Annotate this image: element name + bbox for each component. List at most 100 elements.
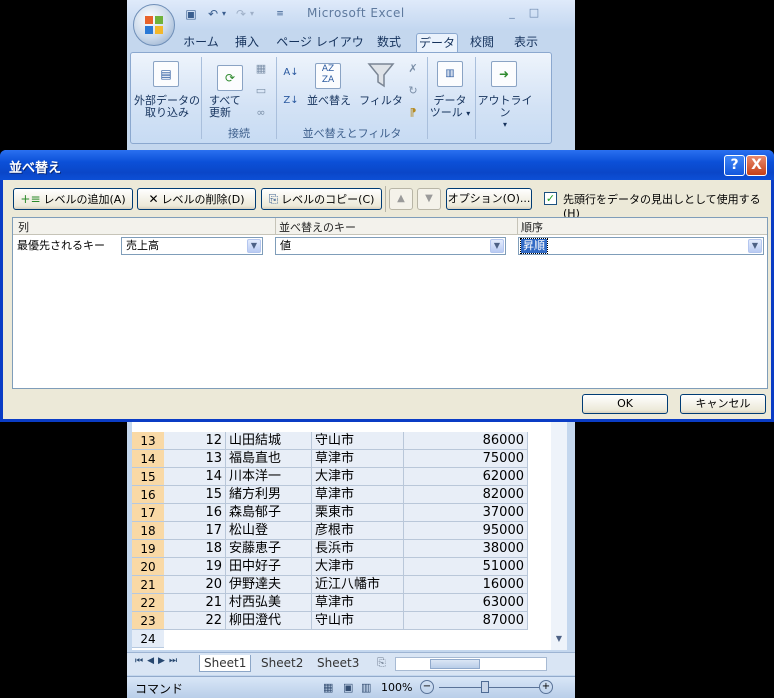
cell-value[interactable]: 37000 xyxy=(404,504,528,522)
cell-city[interactable]: 守山市 xyxy=(312,432,404,450)
close-button[interactable]: X xyxy=(746,155,767,176)
horizontal-scrollbar[interactable] xyxy=(395,657,547,671)
cell-name[interactable]: 村西弘美 xyxy=(226,594,312,612)
row-header[interactable]: 15 xyxy=(132,468,164,486)
cell-value[interactable]: 51000 xyxy=(404,558,528,576)
cell-city[interactable]: 彦根市 xyxy=(312,522,404,540)
cell-name[interactable]: 福島直也 xyxy=(226,450,312,468)
view-page-layout-icon[interactable]: ▣ xyxy=(343,681,353,694)
view-normal-icon[interactable]: ▦ xyxy=(323,681,333,694)
row-header[interactable]: 19 xyxy=(132,540,164,558)
row-header[interactable]: 16 xyxy=(132,486,164,504)
cell-city[interactable]: 長浜市 xyxy=(312,540,404,558)
chevron-down-icon[interactable]: ▼ xyxy=(247,239,261,253)
row-header[interactable]: 23 xyxy=(132,612,164,630)
data-tools-button[interactable]: データ ツール ▾ xyxy=(429,95,471,120)
chevron-down-icon[interactable]: ▼ xyxy=(748,239,762,253)
sort-button[interactable]: 並べ替え xyxy=(301,95,357,107)
cell-no[interactable]: 12 xyxy=(164,432,226,450)
tab-review[interactable]: 校閲 xyxy=(463,33,501,52)
sheet-nav-icons[interactable]: ⏮◀▶⏭ xyxy=(135,656,181,666)
cell-value[interactable]: 63000 xyxy=(404,594,528,612)
external-data-button[interactable]: 外部データの 取り込み xyxy=(133,95,201,119)
cell-no[interactable]: 19 xyxy=(164,558,226,576)
cell-city[interactable]: 近江八幡市 xyxy=(312,576,404,594)
zoom-out-icon[interactable]: − xyxy=(420,680,434,694)
row-header[interactable]: 14 xyxy=(132,450,164,468)
cell-city[interactable]: 栗東市 xyxy=(312,504,404,522)
header-row-checkbox[interactable]: ✓ xyxy=(544,192,557,205)
cell-no[interactable]: 13 xyxy=(164,450,226,468)
cell-name[interactable]: 山田結城 xyxy=(226,432,312,450)
ok-button[interactable]: OK xyxy=(582,394,668,414)
cell-name[interactable]: 安藤恵子 xyxy=(226,540,312,558)
cell-no[interactable]: 21 xyxy=(164,594,226,612)
tab-view[interactable]: 表示 xyxy=(507,33,545,52)
undo-dropdown-icon[interactable]: ▾ xyxy=(219,6,229,22)
row-header[interactable]: 17 xyxy=(132,504,164,522)
cell-no[interactable]: 20 xyxy=(164,576,226,594)
row-header[interactable]: 22 xyxy=(132,594,164,612)
zoom-level[interactable]: 100% xyxy=(381,681,412,694)
cell-name[interactable]: 森島郁子 xyxy=(226,504,312,522)
cell-city[interactable]: 守山市 xyxy=(312,612,404,630)
add-level-button[interactable]: +≡ レベルの追加(A) xyxy=(13,188,133,210)
tab-data[interactable]: データ xyxy=(416,33,458,53)
sort-ascending-icon[interactable]: A↓ xyxy=(283,65,299,81)
cell-city[interactable]: 草津市 xyxy=(312,450,404,468)
cell-city[interactable]: 大津市 xyxy=(312,558,404,576)
row-header[interactable]: 20 xyxy=(132,558,164,576)
cell-value[interactable]: 82000 xyxy=(404,486,528,504)
cell-city[interactable]: 大津市 xyxy=(312,468,404,486)
cell-city[interactable]: 草津市 xyxy=(312,594,404,612)
cell-value[interactable]: 62000 xyxy=(404,468,528,486)
cell-name[interactable]: 柳田澄代 xyxy=(226,612,312,630)
cell-name[interactable]: 松山登 xyxy=(226,522,312,540)
tab-insert[interactable]: 挿入 xyxy=(227,33,267,52)
cell-name[interactable]: 田中好子 xyxy=(226,558,312,576)
copy-level-button[interactable]: ⎘ レベルのコピー(C) xyxy=(261,188,382,210)
vertical-scrollbar[interactable]: ▼ xyxy=(551,420,567,650)
tab-home[interactable]: ホーム xyxy=(179,33,223,52)
zoom-slider-thumb[interactable] xyxy=(481,681,489,693)
delete-level-button[interactable]: ✕ レベルの削除(D) xyxy=(137,188,256,210)
sheet-tab-2[interactable]: Sheet2 xyxy=(257,655,307,671)
cell-value[interactable]: 87000 xyxy=(404,612,528,630)
cell-city[interactable]: 草津市 xyxy=(312,486,404,504)
cell-value[interactable]: 16000 xyxy=(404,576,528,594)
maximize-icon[interactable]: □ xyxy=(527,6,541,20)
move-down-button[interactable]: ▼ xyxy=(417,188,441,210)
cell-no[interactable]: 15 xyxy=(164,486,226,504)
view-page-break-icon[interactable]: ▥ xyxy=(361,681,371,694)
outline-button[interactable]: アウトライン ▾ xyxy=(477,95,533,131)
worksheet-grid[interactable]: 13 12 山田結城 守山市 86000 14 13 福島直也 草津市 75000 15 14 川本洋一… xyxy=(132,420,564,650)
scroll-thumb[interactable] xyxy=(430,659,480,669)
cell-name[interactable]: 緒方利男 xyxy=(226,486,312,504)
cell-no[interactable]: 18 xyxy=(164,540,226,558)
cell-no[interactable]: 14 xyxy=(164,468,226,486)
chevron-down-icon[interactable]: ▼ xyxy=(490,239,504,253)
row-header[interactable]: 13 xyxy=(132,432,164,450)
minimize-icon[interactable]: _ xyxy=(505,6,519,20)
row-header[interactable]: 18 xyxy=(132,522,164,540)
cell-no[interactable]: 22 xyxy=(164,612,226,630)
sheet-tab-1[interactable]: Sheet1 xyxy=(199,655,252,672)
move-up-button[interactable]: ▲ xyxy=(389,188,413,210)
header-row-checkbox-label[interactable]: 先頭行をデータの見出しとして使用する(H) xyxy=(563,191,771,220)
scroll-down-icon[interactable]: ▼ xyxy=(553,634,565,646)
sort-column-select[interactable]: 売上高 ▼ xyxy=(121,237,263,255)
row-header[interactable]: 24 xyxy=(132,630,164,648)
tab-page-layout[interactable]: ページ レイアウト xyxy=(275,33,365,68)
connections-icon[interactable]: ▦ xyxy=(253,61,269,77)
cell-no[interactable]: 17 xyxy=(164,522,226,540)
zoom-in-icon[interactable]: + xyxy=(539,680,553,694)
customize-qat-icon[interactable]: ≡ xyxy=(275,6,285,22)
sheet-tab-3[interactable]: Sheet3 xyxy=(313,655,363,671)
filter-button[interactable]: フィルタ xyxy=(359,95,403,107)
sort-descending-icon[interactable]: Z↓ xyxy=(283,93,299,109)
advanced-filter-icon[interactable]: ⁋ xyxy=(405,105,421,121)
sort-order-select[interactable]: 昇順 ▼ xyxy=(518,237,764,255)
cell-no[interactable]: 16 xyxy=(164,504,226,522)
row-header[interactable]: 21 xyxy=(132,576,164,594)
cell-name[interactable]: 伊野達夫 xyxy=(226,576,312,594)
